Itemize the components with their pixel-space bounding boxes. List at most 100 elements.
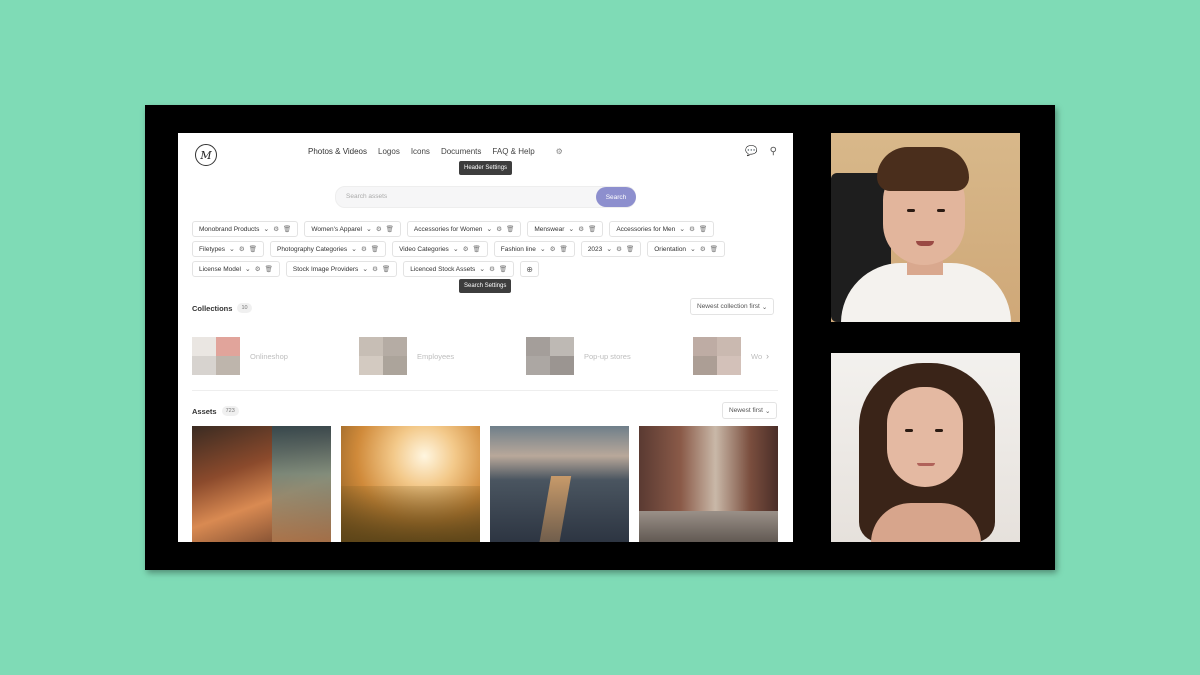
settings-icon[interactable]: ⚙ (463, 245, 469, 253)
trash-icon[interactable]: 🗑 (265, 265, 273, 273)
settings-icon[interactable]: ⚙ (489, 265, 495, 273)
search-settings-tooltip: Search Settings (459, 279, 512, 293)
trash-icon[interactable]: 🗑 (386, 225, 394, 233)
settings-icon[interactable]: ⚙ (578, 225, 584, 233)
participant-face (887, 387, 963, 487)
settings-icon[interactable]: ⚙ (616, 245, 622, 253)
collection-card[interactable]: Pop-up stores (526, 337, 693, 375)
chat-icon[interactable]: 💬 (745, 146, 757, 157)
asset-thumbnail[interactable] (639, 426, 778, 542)
assets-title: Assets (192, 406, 217, 416)
chevron-down-icon: ⌄ (679, 226, 686, 233)
collections-carousel: Onlineshop Employees Pop-up stores Wo (192, 337, 793, 375)
search-button[interactable]: Search (596, 187, 636, 207)
header-settings-gear-icon[interactable]: ⚙ (556, 147, 563, 156)
asset-thumbnail[interactable] (192, 426, 331, 542)
nav-faq-help[interactable]: FAQ & Help (492, 147, 534, 156)
trash-icon[interactable]: 🗑 (699, 225, 707, 233)
filter-row-3: License Model ⌄ ⚙ 🗑 Stock Image Providers ⌄ ⚙… (192, 261, 782, 277)
search-bar: Search assets Search (335, 186, 636, 208)
section-divider (192, 390, 778, 391)
settings-icon[interactable]: ⚙ (372, 265, 378, 273)
settings-icon[interactable]: ⚙ (700, 245, 706, 253)
participant-video-male (831, 133, 1020, 322)
header-icons: 💬 ⚲ (745, 146, 777, 157)
collection-card[interactable]: Wo (693, 337, 793, 375)
filter-row-2: Filetypes ⌄ ⚙ 🗑 Photography Categories ⌄ ⚙ 🗑 V… (192, 241, 782, 257)
chevron-down-icon: ⌄ (229, 246, 235, 253)
collection-name: Onlineshop (250, 351, 288, 361)
chevron-down-icon: ⌄ (362, 266, 369, 273)
filter-chip[interactable]: 2023 ⌄ ⚙ 🗑 (580, 241, 642, 257)
assets-grid (192, 426, 778, 542)
settings-icon[interactable]: ⚙ (273, 225, 279, 233)
assets-count: 723 (221, 406, 239, 416)
filter-label: Video Categories (399, 245, 449, 253)
settings-icon[interactable]: ⚙ (689, 225, 695, 233)
filter-chip[interactable]: Video Categories ⌄ ⚙ 🗑 (392, 241, 488, 257)
search-input[interactable]: Search assets (346, 193, 387, 200)
trash-icon[interactable]: 🗑 (382, 265, 390, 273)
assets-sort-dropdown[interactable]: Newest first ⌄ (722, 402, 778, 419)
nav-icons[interactable]: Icons (411, 147, 430, 156)
nav-photos-videos[interactable]: Photos & Videos (308, 147, 367, 156)
brand-logo[interactable]: M (195, 144, 217, 166)
participant-video-female (831, 353, 1020, 542)
shared-screen: M Photos & Videos Logos Icons Documents … (178, 133, 793, 542)
filter-label: Licenced Stock Assets (410, 265, 476, 273)
collection-thumbnails (526, 337, 574, 375)
filter-chip[interactable]: Accessories for Men ⌄ ⚙ 🗑 (609, 221, 715, 237)
settings-icon[interactable]: ⚙ (376, 225, 382, 233)
asset-thumbnail[interactable] (341, 426, 480, 542)
trash-icon[interactable]: 🗑 (499, 265, 507, 273)
chevron-down-icon: ⌄ (761, 303, 768, 311)
trash-icon[interactable]: 🗑 (473, 245, 481, 253)
settings-icon[interactable]: ⚙ (239, 245, 245, 253)
filter-chip[interactable]: Menswear ⌄ ⚙ 🗑 (527, 221, 604, 237)
trash-icon[interactable]: 🗑 (371, 245, 379, 253)
chevron-down-icon: ⌄ (606, 246, 613, 253)
nav-documents[interactable]: Documents (441, 147, 481, 156)
filter-chip[interactable]: Stock Image Providers ⌄ ⚙ 🗑 (285, 261, 398, 277)
chevron-down-icon: ⌄ (568, 226, 575, 233)
filter-chip[interactable]: Filetypes ⌄ ⚙ 🗑 (192, 241, 264, 257)
settings-icon[interactable]: ⚙ (255, 265, 261, 273)
filter-label: Fashion line (500, 245, 536, 253)
filter-chips: Monobrand Products ⌄ ⚙ 🗑 Women's Apparel ⌄ ⚙ 🗑… (192, 221, 782, 281)
filter-chip[interactable]: Orientation ⌄ ⚙ 🗑 (647, 241, 726, 257)
filter-chip[interactable]: Photography Categories ⌄ ⚙ 🗑 (269, 241, 387, 257)
filter-chip[interactable]: Accessories for Women ⌄ ⚙ 🗑 (406, 221, 522, 237)
filter-chip[interactable]: License Model ⌄ ⚙ 🗑 (192, 261, 280, 277)
filter-chip[interactable]: Licenced Stock Assets ⌄ ⚙ 🗑 (403, 261, 515, 277)
trash-icon[interactable]: 🗑 (710, 245, 718, 253)
filter-label: Accessories for Women (413, 225, 483, 233)
filter-label: Orientation (654, 245, 687, 253)
filter-chip[interactable]: Fashion line ⌄ ⚙ 🗑 (493, 241, 575, 257)
trash-icon[interactable]: 🗑 (588, 225, 596, 233)
trash-icon[interactable]: 🗑 (283, 225, 291, 233)
settings-icon[interactable]: ⚙ (550, 245, 556, 253)
collection-thumbnails (693, 337, 741, 375)
filter-label: Women's Apparel (311, 225, 362, 233)
collections-sort-dropdown[interactable]: Newest collection first ⌄ (690, 298, 775, 315)
collection-card[interactable]: Employees (359, 337, 526, 375)
eye (937, 209, 945, 212)
asset-thumbnail[interactable] (490, 426, 629, 542)
chevron-right-icon[interactable]: › (766, 351, 769, 361)
add-filter-button[interactable]: ⊕ (520, 261, 539, 277)
collection-card[interactable]: Onlineshop (192, 337, 359, 375)
search-icon[interactable]: ⚲ (770, 146, 777, 157)
filter-chip[interactable]: Women's Apparel ⌄ ⚙ 🗑 (304, 221, 401, 237)
filter-chip[interactable]: Monobrand Products ⌄ ⚙ 🗑 (192, 221, 299, 237)
trash-icon[interactable]: 🗑 (249, 245, 257, 253)
nav-logos[interactable]: Logos (378, 147, 400, 156)
settings-icon[interactable]: ⚙ (361, 245, 367, 253)
trash-icon[interactable]: 🗑 (506, 225, 514, 233)
trash-icon[interactable]: 🗑 (626, 245, 634, 253)
assets-heading: Assets 723 (192, 406, 239, 416)
trash-icon[interactable]: 🗑 (560, 245, 568, 253)
chevron-down-icon: ⌄ (244, 266, 251, 273)
main-nav: Photos & Videos Logos Icons Documents FA… (308, 147, 563, 156)
chevron-down-icon: ⌄ (690, 246, 696, 253)
settings-icon[interactable]: ⚙ (496, 225, 502, 233)
